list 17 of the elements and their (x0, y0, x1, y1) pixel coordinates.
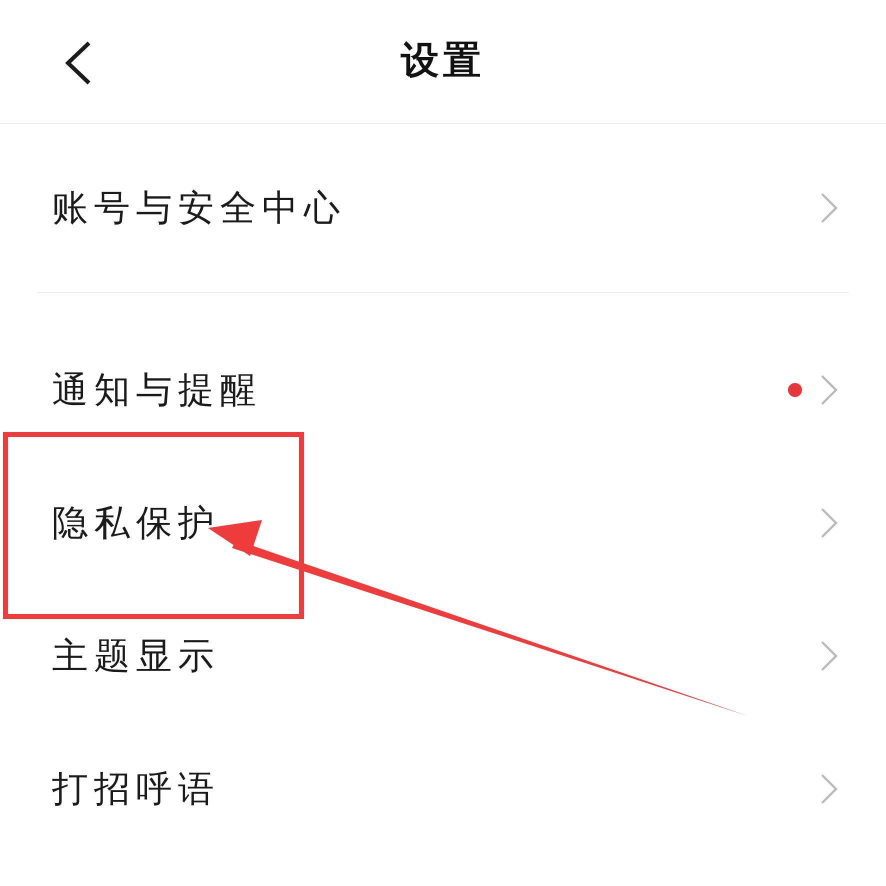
chevron-right-icon (820, 374, 838, 406)
settings-row[interactable]: 通知与提醒 (0, 323, 886, 456)
settings-row[interactable]: 账号与安全中心 (0, 124, 886, 292)
row-label: 账号与安全中心 (52, 186, 347, 230)
chevron-right-icon (820, 192, 838, 224)
settings-row[interactable]: 隐私保护 (0, 456, 886, 589)
chevron-right-icon (820, 772, 838, 804)
settings-row[interactable]: 打招呼语 (0, 722, 886, 855)
chevron-right-icon (820, 640, 838, 672)
row-label: 通知与提醒 (52, 368, 263, 412)
row-label: 隐私保护 (52, 500, 221, 544)
page-title: 设置 (401, 39, 485, 84)
row-label: 打招呼语 (52, 766, 221, 810)
settings-row[interactable]: 主题显示 (0, 589, 886, 722)
row-label: 主题显示 (52, 634, 221, 678)
chevron-right-icon (820, 506, 838, 538)
back-icon[interactable] (64, 40, 92, 86)
